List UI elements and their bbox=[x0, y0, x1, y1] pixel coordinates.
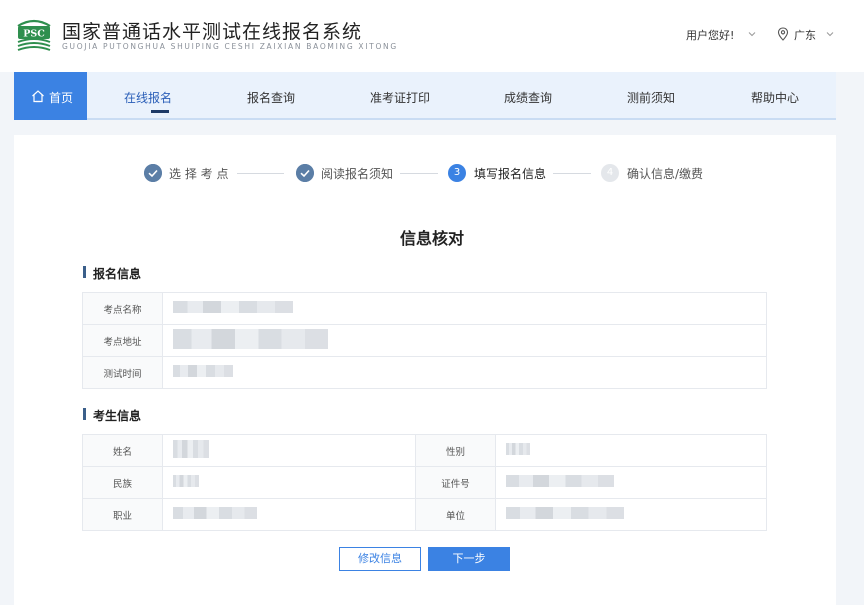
redacted-value bbox=[506, 507, 624, 519]
employer-label: 单位 bbox=[415, 498, 496, 531]
site-title: 国家普通话水平测试在线报名系统 bbox=[62, 21, 363, 43]
region-selector[interactable]: 广东 bbox=[794, 27, 816, 43]
step-4-label: 确认信息/缴费 bbox=[627, 167, 704, 181]
redacted-value bbox=[173, 507, 257, 519]
section-marker bbox=[83, 408, 86, 420]
step-2-label: 阅读报名须知 bbox=[321, 167, 394, 181]
nav-score-query[interactable]: 成绩查询 bbox=[504, 89, 552, 106]
redacted-value bbox=[173, 301, 293, 313]
exam-site-name-label: 考点名称 bbox=[82, 292, 163, 325]
exam-site-name-value bbox=[162, 292, 767, 325]
redacted-value bbox=[173, 365, 233, 377]
table-row: 考点名称 bbox=[82, 292, 767, 325]
location-pin-icon bbox=[777, 27, 789, 41]
page-title: 信息核对 bbox=[399, 229, 464, 248]
gender-label: 性别 bbox=[415, 434, 496, 467]
redacted-value bbox=[173, 440, 209, 458]
exam-site-address-label: 考点地址 bbox=[82, 324, 163, 357]
table-row: 考点地址 bbox=[82, 324, 767, 357]
step-1-label: 选 择 考 点 bbox=[169, 167, 229, 181]
test-time-value bbox=[162, 356, 767, 389]
step-connector bbox=[553, 173, 591, 174]
candidate-section-title: 考生信息 bbox=[93, 409, 142, 423]
step-3-number: 3 bbox=[448, 164, 466, 182]
section-marker bbox=[83, 266, 86, 278]
nav-registration-query[interactable]: 报名查询 bbox=[247, 89, 295, 106]
nav-home[interactable]: 首页 bbox=[14, 72, 87, 120]
nav-online-registration[interactable]: 在线报名 bbox=[124, 89, 172, 106]
step-4-number: 4 bbox=[601, 164, 619, 182]
id-number-value bbox=[495, 466, 767, 499]
candidate-info-table: 姓名 性别 民族 证件号 职业 单位 bbox=[82, 434, 767, 531]
step-connector bbox=[400, 173, 438, 174]
chevron-down-icon[interactable] bbox=[826, 30, 834, 38]
step-3-label: 填写报名信息 bbox=[474, 167, 547, 181]
table-row: 民族 证件号 bbox=[82, 466, 767, 499]
user-greeting[interactable]: 用户您好! bbox=[686, 27, 734, 43]
step-connector bbox=[237, 173, 284, 174]
site-subtitle: GUOJIA PUTONGHUA SHUIPING CESHI ZAIXIAN … bbox=[62, 42, 398, 51]
next-step-button[interactable]: 下一步 bbox=[428, 547, 510, 571]
occupation-value bbox=[162, 498, 416, 531]
table-row: 姓名 性别 bbox=[82, 434, 767, 467]
modify-info-button[interactable]: 修改信息 bbox=[339, 547, 421, 571]
redacted-value bbox=[173, 475, 199, 487]
nav-home-label: 首页 bbox=[49, 91, 74, 105]
name-label: 姓名 bbox=[82, 434, 163, 467]
gender-value bbox=[495, 434, 767, 467]
exam-site-address-value bbox=[162, 324, 767, 357]
redacted-value bbox=[506, 443, 530, 455]
step-done-check-icon bbox=[296, 164, 314, 182]
table-row: 职业 单位 bbox=[82, 498, 767, 531]
table-row: 测试时间 bbox=[82, 356, 767, 389]
nav-pre-test-notice[interactable]: 测前须知 bbox=[627, 89, 675, 106]
occupation-label: 职业 bbox=[82, 498, 163, 531]
header: PSC 国家普通话水平测试在线报名系统 GUOJIA PUTONGHUA SHU… bbox=[0, 0, 864, 72]
redacted-value bbox=[173, 329, 328, 349]
active-tab-indicator bbox=[151, 110, 169, 113]
home-icon bbox=[32, 90, 44, 103]
step-done-check-icon bbox=[144, 164, 162, 182]
chevron-down-icon[interactable] bbox=[748, 30, 756, 38]
nav-admission-ticket-print[interactable]: 准考证打印 bbox=[370, 89, 430, 106]
psc-logo: PSC bbox=[17, 19, 51, 51]
nav-help-center[interactable]: 帮助中心 bbox=[751, 89, 799, 106]
registration-info-table: 考点名称 考点地址 测试时间 bbox=[82, 292, 767, 389]
main-nav: 首页 在线报名 报名查询 准考证打印 成绩查询 测前须知 帮助中心 bbox=[14, 72, 836, 120]
test-time-label: 测试时间 bbox=[82, 356, 163, 389]
ethnicity-value bbox=[162, 466, 416, 499]
id-number-label: 证件号 bbox=[415, 466, 496, 499]
employer-value bbox=[495, 498, 767, 531]
svg-text:PSC: PSC bbox=[23, 29, 45, 40]
registration-section-title: 报名信息 bbox=[93, 267, 142, 281]
redacted-value bbox=[506, 475, 614, 487]
ethnicity-label: 民族 bbox=[82, 466, 163, 499]
name-value bbox=[162, 434, 416, 467]
